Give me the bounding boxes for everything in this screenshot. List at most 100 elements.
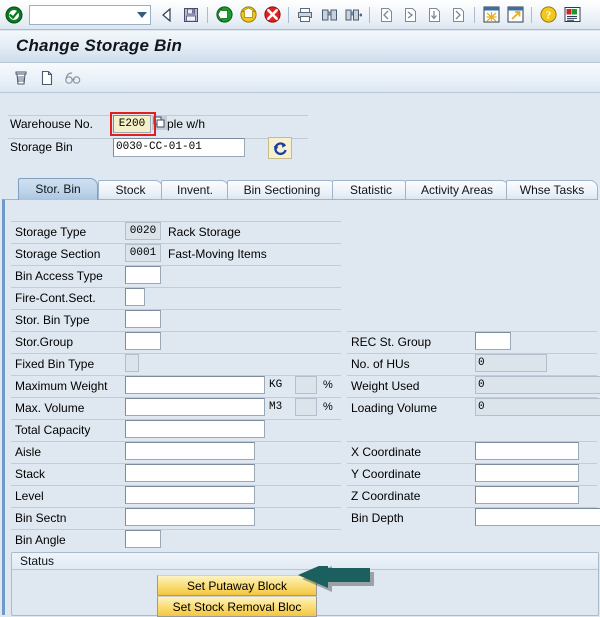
- max-volume-pct-field[interactable]: [295, 398, 317, 416]
- print-icon[interactable]: [294, 4, 316, 26]
- header-area: Warehouse No. E200 ple w/h Storage Bin 0…: [0, 93, 600, 173]
- bin-angle-field[interactable]: [125, 530, 161, 548]
- stack-label: Stack: [15, 467, 46, 481]
- stor-bin-type-label: Stor. Bin Type: [15, 313, 90, 327]
- storage-type-label: Storage Type: [15, 225, 87, 239]
- tab-statistic[interactable]: Statistic: [332, 180, 410, 200]
- save-icon[interactable]: [180, 4, 202, 26]
- create-shortcut-icon[interactable]: [504, 4, 526, 26]
- new-document-icon[interactable]: [35, 66, 59, 90]
- bin-sectn-field[interactable]: [125, 508, 255, 526]
- toolbar-separator: [369, 6, 370, 23]
- weight-used-label: Weight Used: [351, 379, 420, 393]
- multiple-selection-icon[interactable]: [152, 115, 167, 130]
- warehouse-number-field[interactable]: E200: [113, 115, 151, 133]
- tab-stor-bin[interactable]: Stor. Bin: [18, 178, 98, 200]
- bin-access-type-field[interactable]: [125, 266, 161, 284]
- z-coordinate-field[interactable]: [475, 486, 579, 504]
- last-page-icon[interactable]: [447, 4, 469, 26]
- tab-bin-sectioning[interactable]: Bin Sectioning: [227, 180, 337, 200]
- fixed-bin-type-field[interactable]: [125, 354, 139, 372]
- storage-type-field[interactable]: 0020: [125, 222, 161, 240]
- previous-page-icon[interactable]: [399, 4, 421, 26]
- x-coordinate-field[interactable]: [475, 442, 579, 460]
- refresh-icon[interactable]: [268, 137, 292, 159]
- bin-sectn-label: Bin Sectn: [15, 511, 67, 525]
- tab-strip: Stor. Bin Stock Invent. Bin Sectioning S…: [0, 178, 600, 200]
- max-volume-label: Max. Volume: [15, 401, 85, 415]
- customize-layout-icon[interactable]: [561, 4, 583, 26]
- divider: [347, 331, 597, 332]
- back-icon[interactable]: [156, 4, 178, 26]
- find-icon[interactable]: [318, 4, 340, 26]
- find-next-icon[interactable]: [342, 4, 364, 26]
- new-session-icon[interactable]: [480, 4, 502, 26]
- tab-invent[interactable]: Invent.: [161, 180, 229, 200]
- back-green-icon[interactable]: [213, 4, 235, 26]
- level-label: Level: [15, 489, 44, 503]
- max-volume-percent-sign: %: [323, 401, 333, 413]
- divider: [11, 529, 341, 530]
- aisle-field[interactable]: [125, 442, 255, 460]
- tab-activity-areas[interactable]: Activity Areas: [405, 180, 509, 200]
- maximum-weight-pct-field[interactable]: [295, 376, 317, 394]
- maximum-weight-field[interactable]: [125, 376, 265, 394]
- stor-bin-tab-panel: Storage Type 0020 Rack Storage Storage S…: [2, 199, 600, 617]
- cancel-red-icon[interactable]: [261, 4, 283, 26]
- help-icon[interactable]: ?: [537, 4, 559, 26]
- stack-field[interactable]: [125, 464, 255, 482]
- bin-access-type-label: Bin Access Type: [15, 269, 103, 283]
- delete-icon[interactable]: [9, 66, 33, 90]
- stor-group-field[interactable]: [125, 332, 161, 350]
- storage-section-field[interactable]: 0001: [125, 244, 161, 262]
- divider: [11, 265, 341, 266]
- page-title: Change Storage Bin: [16, 36, 183, 55]
- divider: [11, 353, 341, 354]
- status-group-box: Status Set Putaway Block Set Stock Remov…: [11, 552, 599, 617]
- total-capacity-field[interactable]: [125, 420, 265, 438]
- toolbar-separator: [288, 6, 289, 23]
- no-of-hus-field[interactable]: 0: [475, 354, 547, 372]
- command-field[interactable]: [29, 4, 151, 25]
- max-volume-field[interactable]: [125, 398, 265, 416]
- first-page-icon[interactable]: [375, 4, 397, 26]
- rec-st-group-field[interactable]: [475, 332, 511, 350]
- storage-type-description: Rack Storage: [168, 225, 241, 239]
- enter-check-icon[interactable]: [3, 4, 25, 26]
- no-of-hus-label: No. of HUs: [351, 357, 410, 371]
- toolbar-separator: [474, 6, 475, 23]
- storage-bin-field[interactable]: 0030-CC-01-01: [113, 138, 245, 157]
- loading-volume-field[interactable]: 0: [475, 398, 600, 416]
- divider: [347, 353, 597, 354]
- next-page-icon[interactable]: [423, 4, 445, 26]
- exit-yellow-icon[interactable]: [237, 4, 259, 26]
- stor-group-label: Stor.Group: [15, 335, 74, 349]
- aisle-label: Aisle: [15, 445, 42, 459]
- tab-whse-tasks[interactable]: Whse Tasks: [506, 180, 598, 200]
- toolbar-separator: [207, 6, 208, 23]
- level-field[interactable]: [125, 486, 255, 504]
- tab-stock[interactable]: Stock: [98, 180, 163, 200]
- y-coordinate-field[interactable]: [475, 464, 579, 482]
- set-putaway-block-button[interactable]: Set Putaway Block: [157, 575, 317, 596]
- display-glasses-icon[interactable]: [61, 66, 85, 90]
- rec-st-group-label: REC St. Group: [351, 335, 432, 349]
- screen-title-bar: Change Storage Bin: [0, 31, 600, 63]
- status-group-title: Status: [12, 553, 598, 570]
- fire-cont-sect-field[interactable]: [125, 288, 145, 306]
- stor-bin-type-field[interactable]: [125, 310, 161, 328]
- maximum-weight-percent-sign: %: [323, 379, 333, 391]
- storage-section-label: Storage Section: [15, 247, 101, 261]
- bin-depth-field[interactable]: [475, 508, 600, 526]
- set-stock-removal-block-button[interactable]: Set Stock Removal Bloc: [157, 596, 317, 617]
- divider: [11, 221, 341, 222]
- weight-used-field[interactable]: 0: [475, 376, 600, 394]
- toolbar-separator: [531, 6, 532, 23]
- chevron-down-icon[interactable]: [137, 11, 147, 18]
- application-toolbar: [0, 63, 600, 93]
- storage-bin-label: Storage Bin: [10, 140, 73, 154]
- warehouse-number-label: Warehouse No.: [10, 117, 93, 131]
- maximum-weight-unit: KG: [269, 379, 283, 391]
- total-capacity-label: Total Capacity: [15, 423, 91, 437]
- sap-gui-window: ? Change Storage Bin Warehouse No. E200 …: [0, 0, 600, 617]
